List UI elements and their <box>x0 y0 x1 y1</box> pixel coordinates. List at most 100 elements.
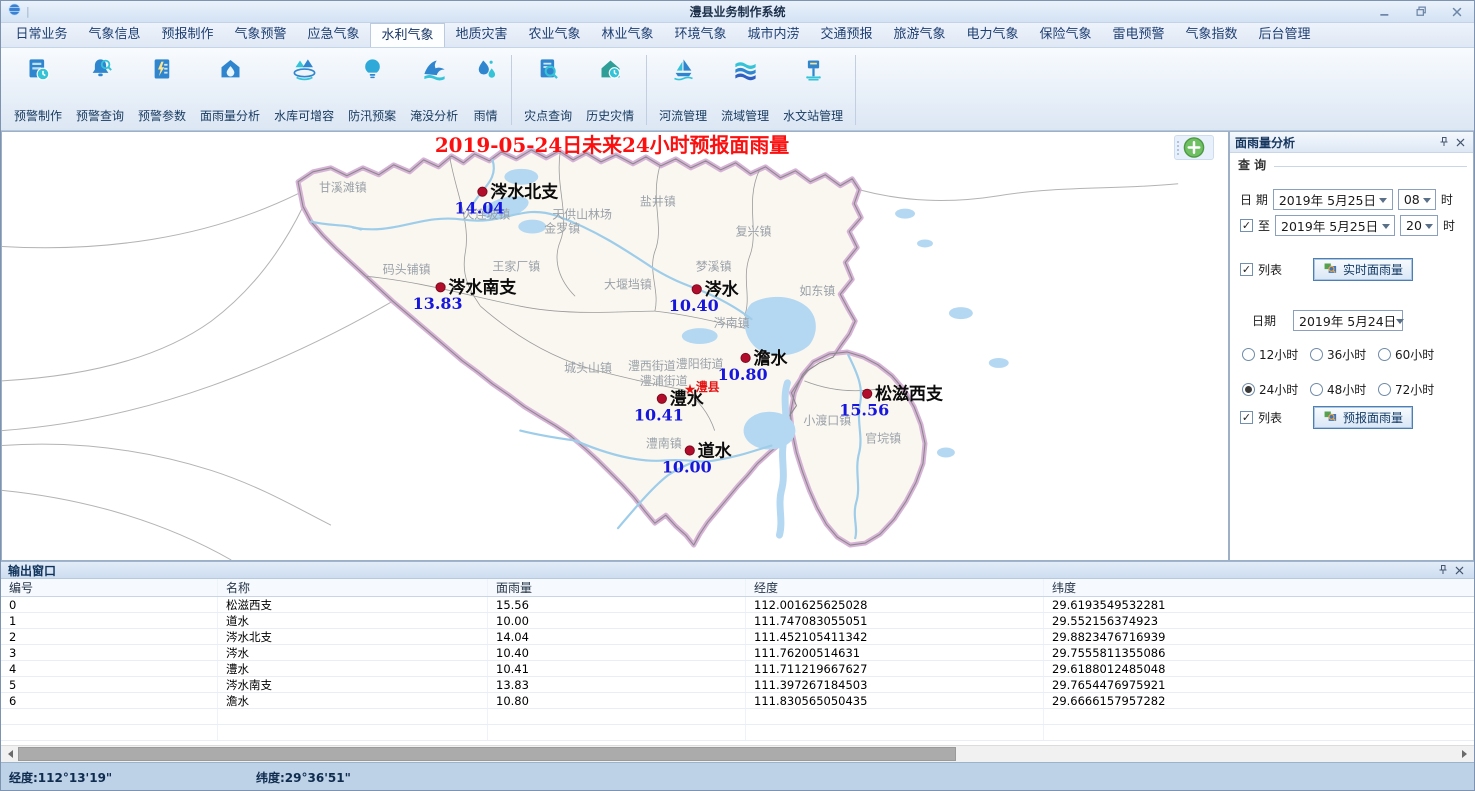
scroll-right-button[interactable] <box>1457 746 1474 762</box>
window-title: 澧县业务制作系统 <box>1 3 1474 20</box>
column-header-编号[interactable]: 编号 <box>1 579 218 596</box>
table-row[interactable] <box>1 709 1474 725</box>
radio-icon <box>1310 348 1323 361</box>
radio-48小时[interactable]: 48小时 <box>1310 381 1378 398</box>
menu-item-气象预警[interactable]: 气象预警 <box>224 23 297 47</box>
table-cell: 29.8823476716939 <box>1044 629 1474 644</box>
toolbar-button-预警查询[interactable]: 预警查询 <box>69 53 131 127</box>
forecast-list-checkbox[interactable] <box>1240 411 1253 424</box>
table-row[interactable]: 1道水10.00111.74708305505129.552156374923 <box>1 613 1474 629</box>
menu-item-气象信息[interactable]: 气象信息 <box>78 23 151 47</box>
menu-item-后台管理[interactable]: 后台管理 <box>1248 23 1321 47</box>
toolbar-button-河流管理[interactable]: 河流管理 <box>652 53 714 127</box>
table-row[interactable] <box>1 725 1474 741</box>
menu-item-旅游气象[interactable]: 旅游气象 <box>883 23 956 47</box>
toolbar-button-预警制作[interactable]: 预警制作 <box>7 53 69 127</box>
column-header-名称[interactable]: 名称 <box>218 579 488 596</box>
menu-item-保险气象[interactable]: 保险气象 <box>1029 23 1102 47</box>
radio-60小时[interactable]: 60小时 <box>1378 346 1454 363</box>
status-bar: 经度:112°13'19" 纬度:29°36'51" <box>1 762 1474 791</box>
station-marker-涔水南支[interactable] <box>436 283 445 292</box>
station-marker-澹水[interactable] <box>741 353 750 362</box>
table-row[interactable]: 5涔水南支13.83111.39726718450329.76544769759… <box>1 677 1474 693</box>
menu-bar: 日常业务气象信息预报制作气象预警应急气象水利气象地质灾害农业气象林业气象环境气象… <box>1 23 1474 48</box>
scrollbar-thumb[interactable] <box>18 747 956 761</box>
menu-item-预报制作[interactable]: 预报制作 <box>151 23 224 47</box>
table-row[interactable]: 4澧水10.41111.71121966762729.6188012485048 <box>1 661 1474 677</box>
close-button[interactable] <box>1446 4 1468 20</box>
toolbar-button-label: 防汛预案 <box>348 107 396 124</box>
station-marker-道水[interactable] <box>685 446 694 455</box>
to-label: 至 <box>1258 217 1270 234</box>
scroll-left-button[interactable] <box>1 746 18 762</box>
plus-icon <box>1175 136 1213 159</box>
restore-button[interactable] <box>1410 4 1432 20</box>
start-date-select[interactable]: 2019年 5月25日 <box>1273 189 1393 210</box>
table-row[interactable]: 2涔水北支14.04111.45210541134229.88234767169… <box>1 629 1474 645</box>
horizontal-scrollbar[interactable] <box>1 745 1474 762</box>
menu-item-交通预报[interactable]: 交通预报 <box>810 23 883 47</box>
table-row[interactable]: 6澹水10.80111.83056505043529.6666157957282 <box>1 693 1474 709</box>
list-checkbox[interactable] <box>1240 263 1253 276</box>
end-date-select[interactable]: 2019年 5月25日 <box>1275 215 1395 236</box>
menu-item-日常业务[interactable]: 日常业务 <box>5 23 78 47</box>
close-panel-button[interactable] <box>1452 135 1468 150</box>
column-header-经度[interactable]: 经度 <box>746 579 1044 596</box>
end-date-row: 至 2019年 5月25日 20 时 <box>1240 215 1455 236</box>
pin-panel-button[interactable] <box>1436 135 1452 150</box>
radio-12小时[interactable]: 12小时 <box>1242 346 1310 363</box>
column-header-面雨量[interactable]: 面雨量 <box>488 579 746 596</box>
toolbar-button-面雨量分析[interactable]: 面雨量分析 <box>193 53 267 127</box>
start-hour-select[interactable]: 08 <box>1398 189 1436 210</box>
pin-output-button[interactable] <box>1435 563 1451 578</box>
column-header-纬度[interactable]: 纬度 <box>1044 579 1474 596</box>
menu-item-城市内涝[interactable]: 城市内涝 <box>737 23 810 47</box>
menu-item-气象指数[interactable]: 气象指数 <box>1175 23 1248 47</box>
toolbar-button-历史灾情[interactable]: 历史灾情 <box>579 53 641 127</box>
radio-icon <box>1310 383 1323 396</box>
to-checkbox[interactable] <box>1240 219 1253 232</box>
toolbar-button-预警参数[interactable]: 预警参数 <box>131 53 193 127</box>
menu-item-雷电预警[interactable]: 雷电预警 <box>1102 23 1175 47</box>
toolbar-button-流域管理[interactable]: 流域管理 <box>714 53 776 127</box>
table-cell: 111.747083055051 <box>746 613 1044 628</box>
toolbar-button-防汛预案[interactable]: 防汛预案 <box>341 53 403 127</box>
menu-item-环境气象[interactable]: 环境气象 <box>664 23 737 47</box>
end-hour-select[interactable]: 20 <box>1400 215 1438 236</box>
station-value-涔水南支: 13.83 <box>413 294 463 313</box>
station-marker-涔水[interactable] <box>692 285 701 294</box>
town-label-盐井镇: 盐井镇 <box>640 195 676 209</box>
menu-item-电力气象[interactable]: 电力气象 <box>956 23 1029 47</box>
station-marker-涔水北支[interactable] <box>478 187 487 196</box>
radio-24小时[interactable]: 24小时 <box>1242 381 1310 398</box>
menu-item-地质灾害[interactable]: 地质灾害 <box>445 23 518 47</box>
realtime-rain-button[interactable]: 实时面雨量 <box>1313 258 1413 281</box>
close-output-button[interactable] <box>1451 563 1467 578</box>
toolbar-button-水文站管理[interactable]: 水文站管理 <box>776 53 850 127</box>
table-cell: 15.56 <box>488 597 746 612</box>
table-row[interactable]: 3涔水10.40111.7620051463129.7555811355086 <box>1 645 1474 661</box>
forecast-date-select[interactable]: 2019年 5月24日 <box>1293 310 1403 331</box>
toolbar-button-水库可增容[interactable]: 水库可增容 <box>267 53 341 127</box>
radio-36小时[interactable]: 36小时 <box>1310 346 1378 363</box>
pin-icon <box>1438 136 1450 148</box>
pin-icon <box>1437 564 1449 576</box>
toolbar-button-淹没分析[interactable]: 淹没分析 <box>403 53 465 127</box>
minimize-button[interactable] <box>1374 4 1396 20</box>
rain-house-icon <box>217 56 244 83</box>
menu-item-水利气象[interactable]: 水利气象 <box>370 23 445 47</box>
menu-item-农业气象[interactable]: 农业气象 <box>518 23 591 47</box>
table-row[interactable]: 0松滋西支15.56112.00162562502829.61935495322… <box>1 597 1474 613</box>
menu-item-林业气象[interactable]: 林业气象 <box>591 23 664 47</box>
table-cell <box>1044 725 1474 740</box>
forecast-rain-button[interactable]: 预报面雨量 <box>1313 406 1413 429</box>
station-marker-松滋西支[interactable] <box>863 389 872 398</box>
station-marker-澧水[interactable] <box>657 394 666 403</box>
menu-item-应急气象[interactable]: 应急气象 <box>297 23 370 47</box>
toolbar-button-雨情[interactable]: 雨情 <box>465 53 506 127</box>
radio-72小时[interactable]: 72小时 <box>1378 381 1454 398</box>
realtime-list-row: 列表 实时面雨量 <box>1240 258 1413 281</box>
toolbar-button-灾点查询[interactable]: 灾点查询 <box>517 53 579 127</box>
map-canvas[interactable]: 甘溪滩镇火连坡镇天供山林场金罗镇盐井镇复兴镇码头铺镇王家厂镇大堰垱镇梦溪镇涔南镇… <box>1 131 1229 561</box>
query-group-title: 查 询 <box>1238 156 1266 173</box>
